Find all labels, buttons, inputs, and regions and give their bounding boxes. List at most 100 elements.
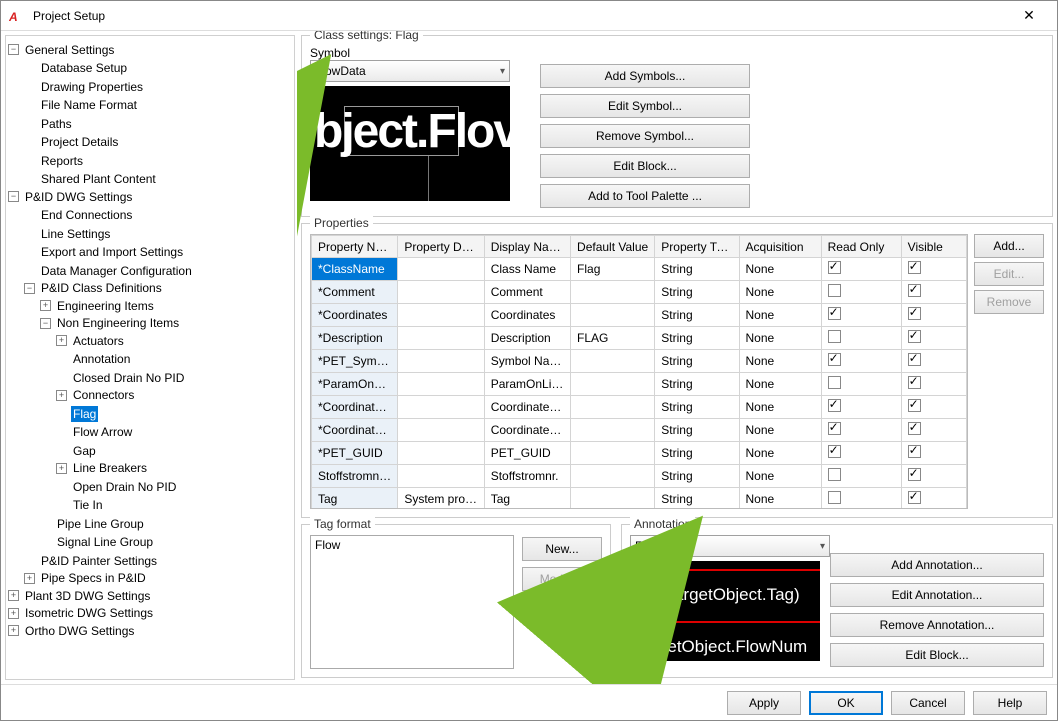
table-row[interactable]: *Coordinates_XCoordinates XStringNone: [312, 396, 967, 419]
ok-button[interactable]: OK: [809, 691, 883, 715]
checkbox-icon[interactable]: [908, 445, 921, 458]
tree-item[interactable]: Data Manager Configuration: [24, 263, 194, 279]
table-row[interactable]: TagSystem prope...TagStringNone: [312, 488, 967, 509]
tree-toggle-icon[interactable]: +: [8, 608, 19, 619]
tree-item[interactable]: Pipe Line Group: [40, 516, 146, 532]
checkbox-icon[interactable]: [908, 376, 921, 389]
tree-item[interactable]: +Line Breakers: [56, 460, 149, 476]
tree-toggle-icon[interactable]: +: [24, 573, 35, 584]
tree-toggle-icon[interactable]: +: [56, 390, 67, 401]
symbol-action-button[interactable]: Edit Symbol...: [540, 94, 750, 118]
checkbox-icon[interactable]: [908, 468, 921, 481]
tagformat-item[interactable]: Flow: [315, 538, 509, 552]
table-row[interactable]: *ParamOnLineParamOnLineStringNone: [312, 373, 967, 396]
tree-item[interactable]: +Engineering Items: [40, 298, 156, 314]
tree-item[interactable]: +Plant 3D DWG Settings: [8, 588, 152, 604]
tagformat-list[interactable]: Flow: [310, 535, 514, 669]
checkbox-icon[interactable]: [828, 376, 841, 389]
annotation-action-button[interactable]: Edit Annotation...: [830, 583, 1044, 607]
table-row[interactable]: *CoordinatesCoordinatesStringNone: [312, 304, 967, 327]
tree-item[interactable]: Tie In: [56, 497, 105, 513]
grid-header[interactable]: Default Value: [571, 236, 655, 258]
tree-item[interactable]: +Connectors: [56, 387, 136, 403]
tree-item[interactable]: Signal Line Group: [40, 534, 155, 550]
tree-item[interactable]: +Actuators: [56, 333, 126, 349]
checkbox-icon[interactable]: [908, 261, 921, 274]
tree-item[interactable]: Annotation: [56, 351, 132, 367]
symbol-action-button[interactable]: Edit Block...: [540, 154, 750, 178]
tree-toggle-icon[interactable]: +: [40, 300, 51, 311]
apply-button[interactable]: Apply: [727, 691, 801, 715]
tree-item[interactable]: +Pipe Specs in P&ID: [24, 570, 148, 586]
table-row[interactable]: *PET_Symbo...Symbol NameStringNone: [312, 350, 967, 373]
close-icon[interactable]: ✕: [1009, 7, 1049, 24]
grid-header[interactable]: Visible: [901, 236, 966, 258]
grid-header[interactable]: Display Name: [484, 236, 570, 258]
help-button[interactable]: Help: [973, 691, 1047, 715]
tree-item[interactable]: −General Settings: [8, 42, 116, 58]
tree-item[interactable]: Flag: [56, 406, 98, 422]
checkbox-icon[interactable]: [908, 330, 921, 343]
tree-toggle-icon[interactable]: −: [8, 44, 19, 55]
tree-item[interactable]: Paths: [24, 116, 74, 132]
tree-toggle-icon[interactable]: −: [24, 283, 35, 294]
checkbox-icon[interactable]: [828, 399, 841, 412]
tree-item[interactable]: Line Settings: [24, 226, 112, 242]
tree-item[interactable]: File Name Format: [24, 97, 139, 113]
tree-toggle-icon[interactable]: +: [56, 463, 67, 474]
checkbox-icon[interactable]: [828, 353, 841, 366]
tree-toggle-icon[interactable]: +: [56, 335, 67, 346]
symbol-combo[interactable]: FlowData ▾: [310, 60, 510, 82]
annotation-action-button[interactable]: Remove Annotation...: [830, 613, 1044, 637]
tree-item[interactable]: +Isometric DWG Settings: [8, 605, 155, 621]
tagformat-delete-button[interactable]: Delete: [522, 597, 602, 621]
symbol-action-button[interactable]: Remove Symbol...: [540, 124, 750, 148]
grid-header[interactable]: Read Only: [821, 236, 901, 258]
tree-item[interactable]: Export and Import Settings: [24, 244, 185, 260]
grid-header[interactable]: Property Name: [312, 236, 398, 258]
table-row[interactable]: *CommentCommentStringNone: [312, 281, 967, 304]
tree-item[interactable]: Open Drain No PID: [56, 479, 178, 495]
edit-property-button[interactable]: Edit...: [974, 262, 1044, 286]
table-row[interactable]: *Coordinates_YCoordinates YStringNone: [312, 419, 967, 442]
checkbox-icon[interactable]: [828, 307, 841, 320]
checkbox-icon[interactable]: [828, 468, 841, 481]
cancel-button[interactable]: Cancel: [891, 691, 965, 715]
annotation-action-button[interactable]: Add Annotation...: [830, 553, 1044, 577]
checkbox-icon[interactable]: [908, 399, 921, 412]
remove-property-button[interactable]: Remove: [974, 290, 1044, 314]
tree-item[interactable]: +Ortho DWG Settings: [8, 623, 136, 639]
checkbox-icon[interactable]: [908, 353, 921, 366]
tree-item[interactable]: −Non Engineering Items: [40, 315, 181, 331]
tree-toggle-icon[interactable]: +: [8, 625, 19, 636]
checkbox-icon[interactable]: [828, 330, 841, 343]
checkbox-icon[interactable]: [828, 445, 841, 458]
nav-tree-panel[interactable]: −General Settings Database Setup Drawing…: [5, 35, 295, 680]
checkbox-icon[interactable]: [828, 422, 841, 435]
tree-item[interactable]: Drawing Properties: [24, 79, 145, 95]
tree-item[interactable]: Reports: [24, 153, 85, 169]
tree-item[interactable]: End Connections: [24, 207, 134, 223]
symbol-action-button[interactable]: Add Symbols...: [540, 64, 750, 88]
tree-item[interactable]: Flow Arrow: [56, 424, 134, 440]
tree-toggle-icon[interactable]: −: [8, 191, 19, 202]
tagformat-new-button[interactable]: New...: [522, 537, 602, 561]
tree-item[interactable]: Database Setup: [24, 60, 129, 76]
tree-item[interactable]: Closed Drain No PID: [56, 370, 186, 386]
table-row[interactable]: Stoffstromnu...Stoffstromnr.StringNone: [312, 465, 967, 488]
annotation-action-button[interactable]: Edit Block...: [830, 643, 1044, 667]
checkbox-icon[interactable]: [828, 491, 841, 504]
tree-item[interactable]: −P&ID DWG Settings: [8, 189, 134, 205]
table-row[interactable]: *ClassNameClass NameFlagStringNone: [312, 258, 967, 281]
checkbox-icon[interactable]: [908, 284, 921, 297]
grid-header[interactable]: Property Description: [398, 236, 484, 258]
properties-grid[interactable]: Property NameProperty DescriptionDisplay…: [310, 234, 968, 509]
tree-toggle-icon[interactable]: +: [8, 590, 19, 601]
checkbox-icon[interactable]: [828, 261, 841, 274]
checkbox-icon[interactable]: [828, 284, 841, 297]
tree-item[interactable]: Gap: [56, 443, 98, 459]
checkbox-icon[interactable]: [908, 307, 921, 320]
tree-item[interactable]: Project Details: [24, 134, 120, 150]
tagformat-modify-button[interactable]: Modify...: [522, 567, 602, 591]
tree-item[interactable]: P&ID Painter Settings: [24, 553, 159, 569]
